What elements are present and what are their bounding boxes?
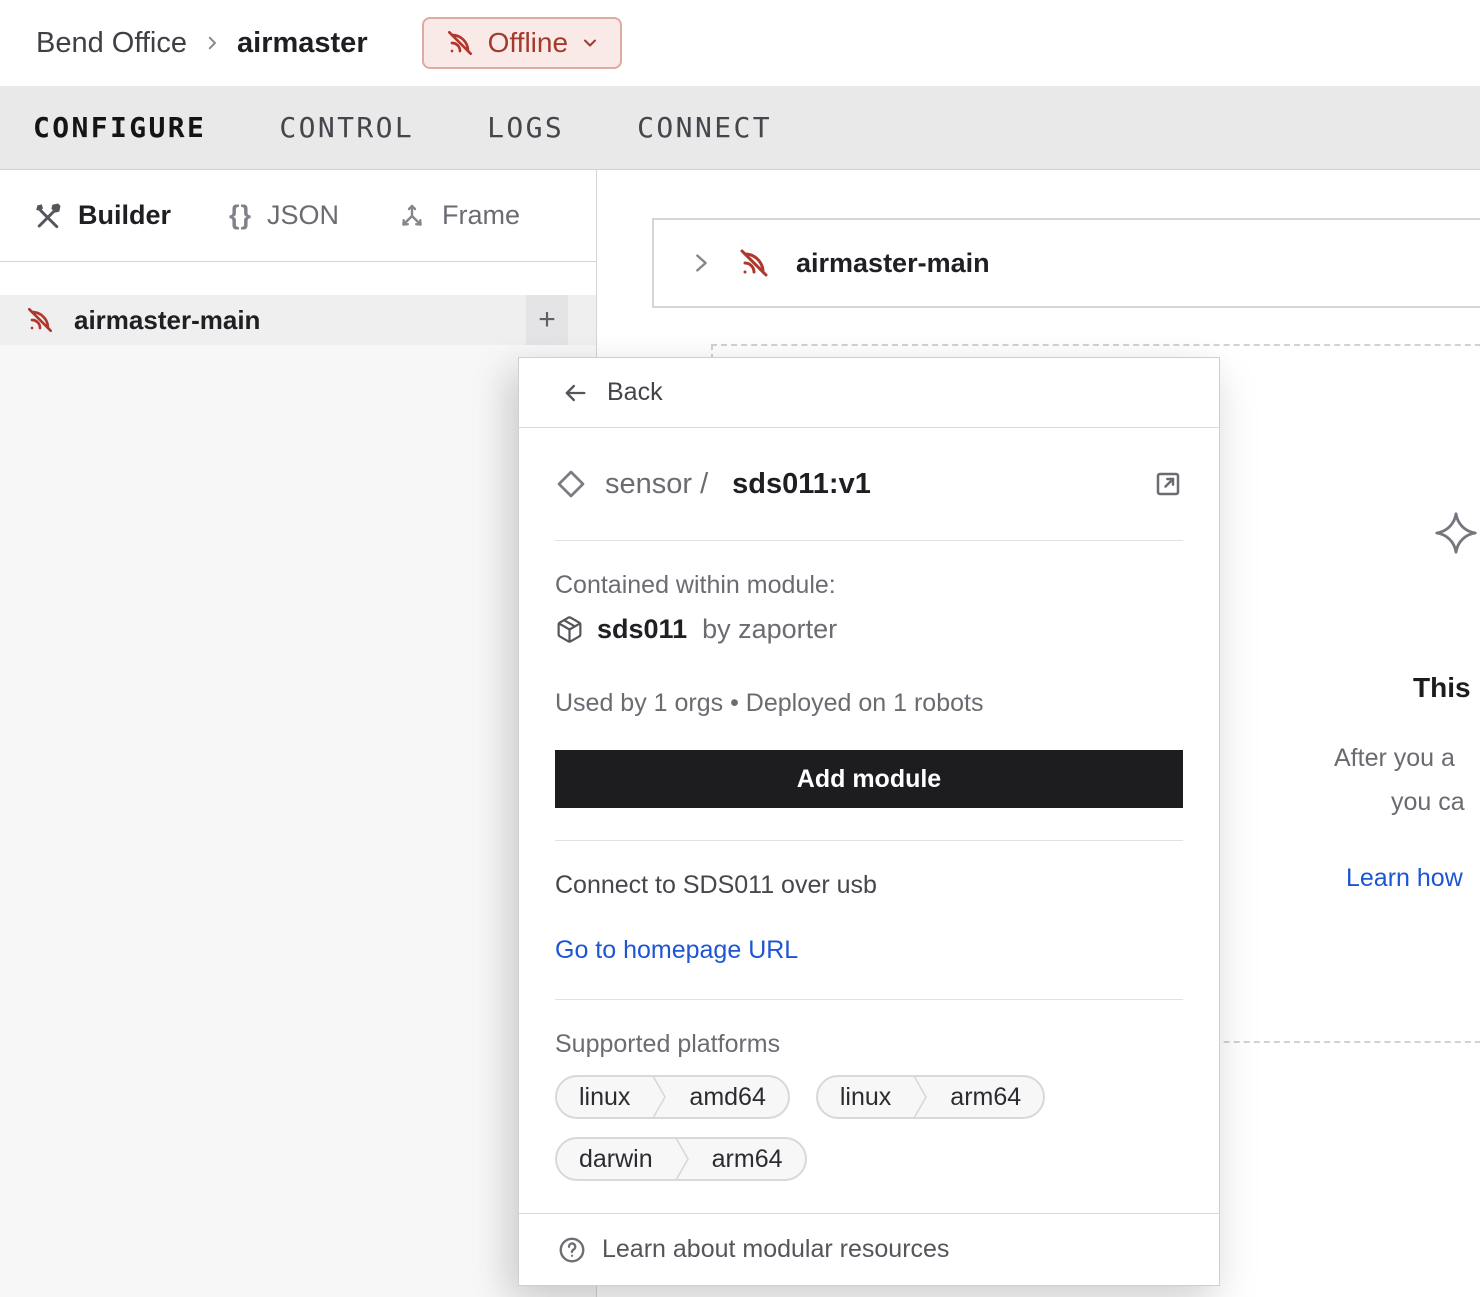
pill-divider-icon	[675, 1137, 690, 1181]
platform-os: linux	[557, 1083, 652, 1112]
breadcrumb-chevron-icon	[203, 34, 221, 52]
learn-modular-resources-link[interactable]: Learn about modular resources	[519, 1213, 1219, 1285]
back-label: Back	[607, 378, 663, 407]
mode-tab-label: Builder	[78, 200, 171, 231]
wifi-off-icon	[24, 304, 56, 336]
supported-platforms-label: Supported platforms	[555, 1030, 1183, 1059]
divider	[555, 999, 1183, 1000]
empty-state-title: This	[1413, 672, 1480, 704]
package-icon	[555, 615, 584, 644]
empty-state-text: After you a	[1334, 744, 1480, 773]
app-window: Bend Office airmaster Offline CONFIGURE …	[0, 0, 1480, 1297]
platform-pills: linux amd64 linux arm64 darwin arm64	[555, 1075, 1095, 1181]
wifi-off-icon	[736, 245, 772, 281]
json-braces-icon: {}	[229, 200, 252, 231]
platform-pill: darwin arm64	[555, 1137, 807, 1181]
tab-control[interactable]: CONTROL	[279, 111, 414, 144]
platform-pill: linux amd64	[555, 1075, 790, 1119]
module-line: sds011 by zaporter	[555, 614, 1183, 645]
mode-tab-label: Frame	[442, 200, 520, 231]
footer-link-label: Learn about modular resources	[602, 1235, 949, 1264]
platform-arch: arm64	[928, 1083, 1043, 1112]
tab-configure[interactable]: CONFIGURE	[33, 111, 206, 144]
resource-model: sds011:v1	[732, 468, 871, 501]
platform-os: darwin	[557, 1145, 675, 1174]
sidebar-item-airmaster-main[interactable]: airmaster-main +	[0, 295, 596, 345]
external-link-icon[interactable]	[1153, 469, 1183, 499]
mode-tab-frame[interactable]: Frame	[397, 200, 520, 231]
empty-state-text: you ca	[1391, 788, 1480, 817]
module-description: Connect to SDS011 over usb	[555, 871, 1183, 900]
status-label: Offline	[488, 27, 568, 59]
tools-icon	[33, 201, 63, 231]
resource-subtype: sensor /	[605, 468, 708, 501]
sparkle-icon	[1433, 510, 1479, 556]
back-button[interactable]: Back	[519, 358, 1219, 428]
resource-title-row: sensor / sds011:v1	[555, 428, 1183, 540]
mode-tab-json[interactable]: {} JSON	[229, 200, 339, 231]
machine-part-card[interactable]: airmaster-main	[652, 218, 1480, 308]
breadcrumb-current: airmaster	[237, 27, 368, 60]
wifi-off-icon	[444, 27, 476, 59]
homepage-url-link[interactable]: Go to homepage URL	[555, 936, 1183, 965]
question-circle-icon	[557, 1235, 587, 1265]
contained-within-label: Contained within module:	[555, 571, 1183, 600]
mode-tab-label: JSON	[267, 200, 339, 231]
top-bar: Bend Office airmaster Offline	[0, 0, 1480, 86]
tab-connect[interactable]: CONNECT	[637, 111, 772, 144]
sidebar-empty-area	[0, 345, 596, 1297]
add-module-button[interactable]: Add module	[555, 750, 1183, 808]
platform-arch: arm64	[690, 1145, 805, 1174]
divider	[555, 540, 1183, 541]
tab-logs[interactable]: LOGS	[487, 111, 564, 144]
diamond-icon	[555, 468, 587, 500]
arrow-left-icon	[561, 379, 589, 407]
module-name: sds011	[597, 614, 687, 645]
platform-arch: amd64	[667, 1083, 787, 1112]
platform-pill: linux arm64	[816, 1075, 1045, 1119]
divider	[555, 840, 1183, 841]
add-resource-button[interactable]: +	[526, 295, 568, 345]
frame-axes-icon	[397, 201, 427, 231]
learn-how-link[interactable]: Learn how	[1346, 864, 1480, 893]
breadcrumb-parent[interactable]: Bend Office	[36, 27, 187, 60]
main-nav-tabs: CONFIGURE CONTROL LOGS CONNECT	[0, 86, 1480, 170]
platform-os: linux	[818, 1083, 913, 1112]
usage-stats: Used by 1 orgs • Deployed on 1 robots	[555, 689, 1183, 718]
module-author: by zaporter	[702, 614, 837, 645]
chevron-right-icon	[690, 252, 712, 274]
configure-mode-tabs: Builder {} JSON Frame	[0, 170, 596, 262]
mode-tab-builder[interactable]: Builder	[33, 200, 171, 231]
resource-detail-body: sensor / sds011:v1 Contained within modu…	[519, 428, 1219, 1181]
machine-part-name: airmaster-main	[796, 248, 990, 279]
chevron-down-icon	[580, 33, 600, 53]
pill-divider-icon	[913, 1075, 928, 1119]
resource-name: airmaster-main	[74, 305, 260, 336]
machine-status-dropdown[interactable]: Offline	[422, 17, 622, 69]
pill-divider-icon	[652, 1075, 667, 1119]
resource-detail-panel: Back sensor / sds011:v1 Contained within	[518, 357, 1220, 1286]
